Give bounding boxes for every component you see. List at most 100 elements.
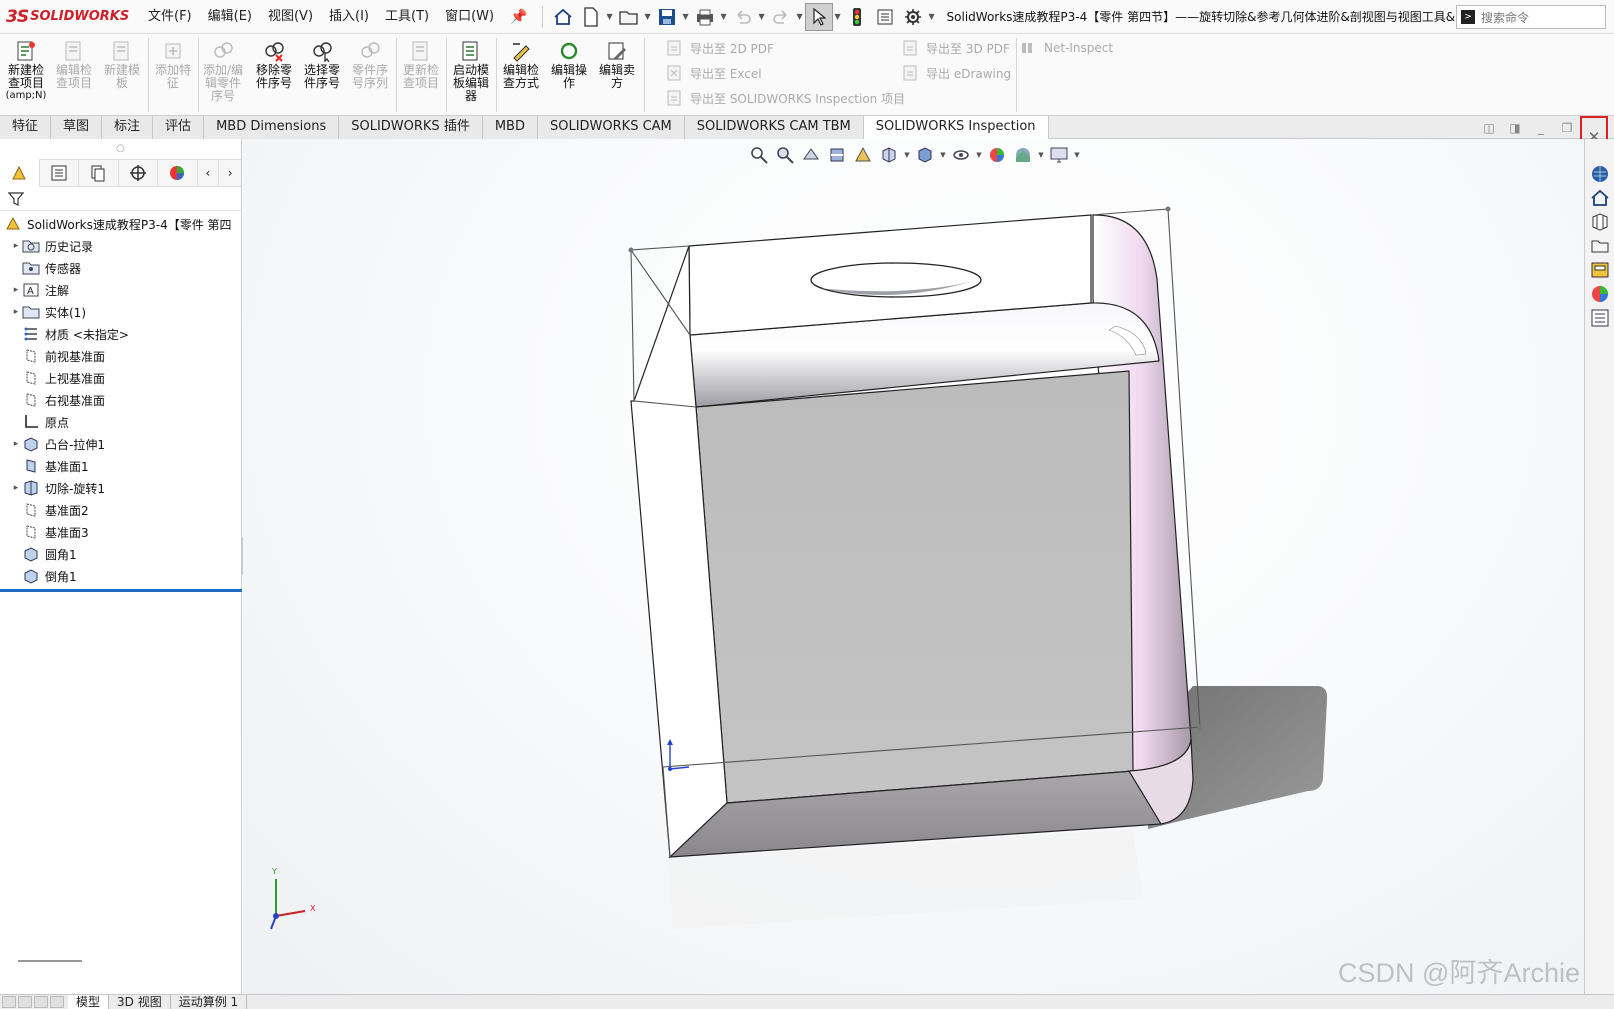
menu-edit[interactable]: 编辑(E) (200, 0, 260, 34)
print-icon[interactable] (691, 3, 719, 31)
update-inspection-project-button[interactable]: 更新检查项目 (398, 40, 444, 90)
menu-window[interactable]: 窗口(W) (437, 0, 502, 34)
rollback-bar[interactable] (0, 589, 242, 592)
export-edrawing-button[interactable]: 导出 eDrawing (902, 63, 1011, 83)
tree-item[interactable]: 右视基准面 (0, 389, 241, 411)
tree-item[interactable]: 基准面1 (0, 455, 241, 477)
restore-icon[interactable]: ❐ (1554, 121, 1580, 135)
export-3d-pdf-button[interactable]: 导出至 3D PDF (902, 38, 1010, 58)
tree-item[interactable]: ▸ A 注解 (0, 279, 241, 301)
tab-solidworks-cam[interactable]: SOLIDWORKS CAM (537, 116, 685, 139)
rebuild-traffic-light-icon[interactable] (843, 3, 871, 31)
select-balloon-button[interactable]: 选择零件序号 (299, 40, 345, 90)
remove-balloon-button[interactable]: 移除零件序号 (251, 40, 297, 90)
launch-template-editor-button[interactable]: 启动模板编辑器 (448, 40, 494, 103)
new-dropdown-icon[interactable]: ▼ (605, 12, 615, 21)
new-inspection-project-button[interactable]: 新建检查项目 (amp;N) (3, 40, 49, 101)
feature-manager-tab-icon[interactable] (0, 159, 40, 187)
file-explorer-icon[interactable] (1588, 235, 1612, 257)
minimize-icon[interactable]: _ (1528, 121, 1554, 135)
tree-item[interactable]: 上视基准面 (0, 367, 241, 389)
first-tab-nav-icon[interactable] (2, 996, 16, 1008)
save-icon[interactable] (653, 3, 681, 31)
horizontal-scrollbar[interactable] (18, 960, 82, 962)
add-edit-balloon-button[interactable]: 添加/编辑零件序号 (200, 40, 246, 103)
tree-item[interactable]: ▸ 切除-旋转1 (0, 477, 241, 499)
tree-item[interactable]: 前视基准面 (0, 345, 241, 367)
tile-right-icon[interactable]: ◨ (1502, 121, 1528, 135)
home-pane-icon[interactable] (1588, 187, 1612, 209)
dimxpert-tab-icon[interactable] (119, 159, 159, 187)
graphics-viewport[interactable]: ▼ ▼ ▼ ▼ ▼ Y X CSDN @阿齐Archie (243, 139, 1584, 994)
tab-motion-study[interactable]: 运动算例 1 (171, 995, 248, 1009)
open-folder-icon[interactable] (615, 3, 643, 31)
prev-tab-nav-icon[interactable] (18, 996, 32, 1008)
configuration-manager-tab-icon[interactable] (79, 159, 119, 187)
save-dropdown-icon[interactable]: ▼ (681, 12, 691, 21)
tile-left-icon[interactable]: ◫ (1476, 121, 1502, 135)
tree-root-part[interactable]: SolidWorks速成教程P3-4【零件 第四 (0, 213, 241, 235)
tree-item[interactable]: ▸ 实体(1) (0, 301, 241, 323)
tree-item[interactable]: ▸ 凸台-拉伸1 (0, 433, 241, 455)
new-template-button[interactable]: 新建模板 (99, 40, 145, 90)
tab-mbd[interactable]: MBD (482, 116, 538, 139)
menu-insert[interactable]: 插入(I) (321, 0, 377, 34)
tab-features[interactable]: 特征 (0, 116, 52, 139)
export-excel-button[interactable]: 导出至 Excel (666, 63, 762, 83)
property-manager-tab-icon[interactable] (40, 159, 80, 187)
tree-item[interactable]: 基准面3 (0, 521, 241, 543)
tab-evaluate[interactable]: 评估 (153, 116, 205, 139)
custom-properties-icon[interactable] (1588, 307, 1612, 329)
panel-collapse-handle[interactable]: ○ (0, 139, 241, 159)
tab-markup[interactable]: 标注 (102, 116, 154, 139)
tab-3d-views[interactable]: 3D 视图 (109, 995, 171, 1009)
open-dropdown-icon[interactable]: ▼ (643, 12, 653, 21)
tree-item[interactable]: 传感器 (0, 257, 241, 279)
search-command-input[interactable]: > 搜索命令 (1456, 5, 1606, 29)
tab-solidworks-addins[interactable]: SOLIDWORKS 插件 (339, 116, 483, 139)
menu-file[interactable]: 文件(F) (140, 0, 200, 34)
tree-item[interactable]: 倒角1 (0, 565, 241, 587)
tab-solidworks-cam-tbm[interactable]: SOLIDWORKS CAM TBM (684, 116, 864, 139)
edit-operation-button[interactable]: 编辑操作 (546, 40, 592, 90)
expand-arrow-icon[interactable]: ▸ (10, 285, 22, 295)
new-document-icon[interactable] (577, 3, 605, 31)
tab-scroll-left-icon[interactable]: ‹ (198, 159, 220, 187)
tree-item[interactable]: 基准面2 (0, 499, 241, 521)
expand-arrow-icon[interactable]: ▸ (10, 439, 22, 449)
design-library-icon[interactable] (1588, 211, 1612, 233)
select-cursor-icon[interactable] (804, 2, 833, 31)
part-model[interactable]: Y X (243, 139, 1584, 994)
menu-tools[interactable]: 工具(T) (377, 0, 437, 34)
redo-icon[interactable] (767, 3, 795, 31)
last-tab-nav-icon[interactable] (50, 996, 64, 1008)
home-icon[interactable] (549, 3, 577, 31)
redo-dropdown-icon[interactable]: ▼ (795, 12, 805, 21)
export-inspection-project-button[interactable]: 导出至 SOLIDWORKS Inspection 项目 (666, 88, 905, 108)
export-2d-pdf-button[interactable]: 导出至 2D PDF (666, 38, 774, 58)
tab-mbd-dimensions[interactable]: MBD Dimensions (204, 116, 340, 139)
next-tab-nav-icon[interactable] (34, 996, 48, 1008)
display-manager-tab-icon[interactable] (158, 159, 198, 187)
expand-arrow-icon[interactable]: ▸ (10, 241, 22, 251)
tree-item[interactable]: 材质 <未指定> (0, 323, 241, 345)
solidworks-resources-icon[interactable] (1588, 163, 1612, 185)
undo-icon[interactable] (729, 3, 757, 31)
tab-model[interactable]: 模型 (68, 995, 110, 1009)
balloon-sequence-button[interactable]: 零件序号序列 (347, 40, 393, 90)
options-dropdown-icon[interactable]: ▼ (927, 12, 937, 21)
solidworks-logo[interactable]: 3S SOLIDWORKS (0, 0, 140, 34)
undo-dropdown-icon[interactable]: ▼ (757, 12, 767, 21)
tree-filter[interactable] (0, 187, 241, 211)
edit-inspection-project-button[interactable]: 编辑检查项目 (51, 40, 97, 90)
select-dropdown-icon[interactable]: ▼ (833, 12, 843, 21)
net-inspect-button[interactable]: Net-Inspect (1020, 38, 1113, 58)
print-dropdown-icon[interactable]: ▼ (719, 12, 729, 21)
tree-item[interactable]: 圆角1 (0, 543, 241, 565)
options-gear-icon[interactable] (899, 3, 927, 31)
file-properties-icon[interactable] (871, 3, 899, 31)
expand-arrow-icon[interactable]: ▸ (10, 483, 22, 493)
appearances-icon[interactable] (1588, 283, 1612, 305)
tree-item[interactable]: ▸ 历史记录 (0, 235, 241, 257)
add-feature-button[interactable]: 添加特征 (150, 40, 196, 90)
